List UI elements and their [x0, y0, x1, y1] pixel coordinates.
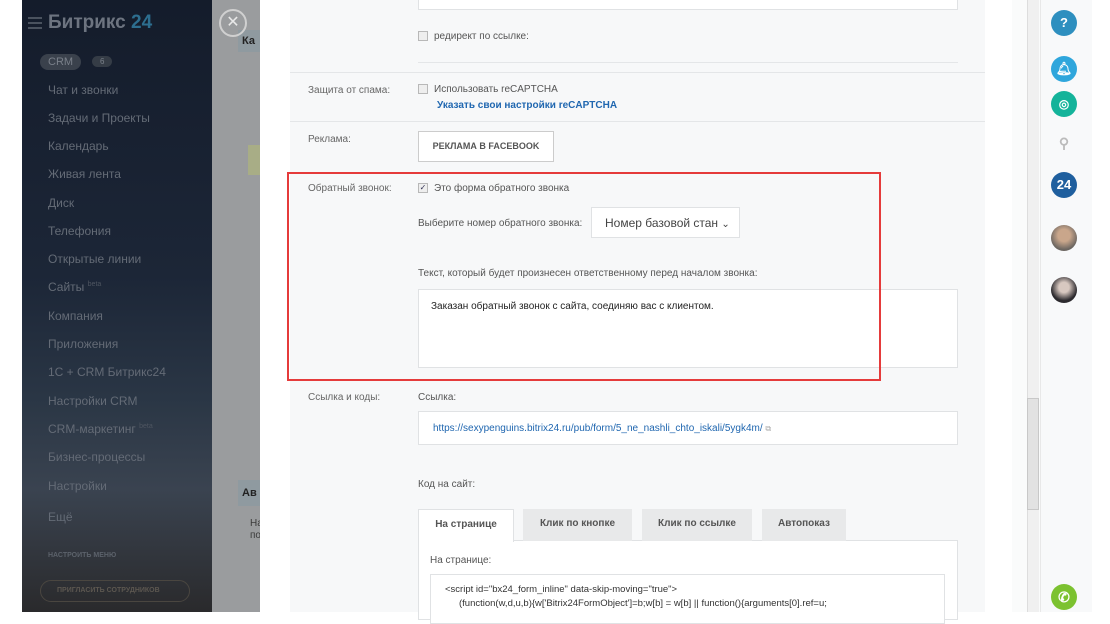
avatar[interactable] — [1051, 225, 1077, 251]
sidebar-item-tasks[interactable]: Задачи и Проекты — [48, 111, 150, 125]
background-block: Ав — [238, 480, 260, 506]
help-icon[interactable]: ? — [1051, 10, 1077, 36]
recaptcha-checkbox[interactable]: Использовать reCAPTCHA — [418, 84, 558, 95]
logo[interactable]: Битрикс 24 — [48, 12, 152, 34]
link-label: Ссылка: — [418, 392, 457, 403]
code-line: <script id="bx24_form_inline" data-skip-… — [445, 584, 678, 595]
form-link[interactable]: https://sexypenguins.bitrix24.ru/pub/for… — [433, 423, 763, 434]
sidebar-item-disk[interactable]: Диск — [48, 196, 74, 210]
phone-icon[interactable]: ✆ — [1051, 584, 1077, 610]
close-slider-button[interactable]: ✕ — [219, 9, 247, 37]
sidebar-item-feed[interactable]: Живая лента — [48, 167, 121, 181]
tab-content-label: На странице: — [430, 555, 492, 566]
code-textarea[interactable]: <script id="bx24_form_inline" data-skip-… — [430, 574, 945, 624]
b24-icon[interactable]: 24 — [1051, 172, 1077, 198]
background-text: На по — [250, 518, 260, 541]
redirect-checkbox[interactable]: редирект по ссылке: — [418, 31, 529, 42]
avatar[interactable] — [1051, 277, 1077, 303]
label: CRM-маркетинг — [48, 422, 136, 436]
sidebar-item-calendar[interactable]: Календарь — [48, 139, 109, 153]
search-icon[interactable]: ⚲ — [1051, 130, 1077, 156]
sidebar-item-sites[interactable]: Сайты beta — [48, 280, 101, 294]
sidebar-item-bp[interactable]: Бизнес-процессы — [48, 450, 145, 464]
label: Сайты — [48, 280, 85, 294]
background-block — [248, 145, 260, 175]
beta-badge: beta — [87, 281, 102, 288]
logo-number: 24 — [131, 12, 153, 33]
divider — [290, 72, 985, 73]
recaptcha-settings-link[interactable]: Указать свои настройки reCAPTCHA — [437, 100, 617, 111]
scrollbar-thumb[interactable] — [1027, 398, 1039, 510]
sidebar-item-company[interactable]: Компания — [48, 309, 103, 323]
chat-icon[interactable]: ◎ — [1051, 91, 1077, 117]
links-label: Ссылка и коды: — [308, 392, 381, 403]
tab-link-click[interactable]: Клик по ссылке — [642, 509, 752, 541]
sidebar-item-crm-settings[interactable]: Настройки CRM — [48, 394, 138, 408]
sidebar-item-chat[interactable]: Чат и звонки — [48, 83, 118, 97]
sidebar-item-crm-marketing[interactable]: CRM-маркетинг beta — [48, 422, 153, 436]
text-field[interactable] — [418, 0, 958, 10]
ads-label: Реклама: — [308, 134, 351, 145]
sidebar-item-more[interactable]: Ещё — [48, 510, 73, 524]
checkbox[interactable] — [418, 84, 428, 95]
configure-menu-link[interactable]: НАСТРОИТЬ МЕНЮ — [48, 552, 116, 559]
sidebar-item-1c[interactable]: 1С + CRM Битрикс24 — [48, 365, 166, 379]
sidebar-item-telephony[interactable]: Телефония — [48, 224, 111, 238]
label: Использовать reCAPTCHA — [434, 84, 558, 95]
code-label: Код на сайт: — [418, 479, 476, 490]
beta-badge: beta — [139, 423, 153, 430]
crm-count-badge: 6 — [92, 56, 113, 67]
logo-text: Битрикс — [48, 12, 126, 33]
sidebar-item-settings[interactable]: Настройки — [48, 479, 107, 493]
scrollbar[interactable] — [1027, 0, 1039, 612]
sidebar-item-open-lines[interactable]: Открытые линии — [48, 252, 141, 266]
highlight-box — [287, 172, 881, 381]
tab-autoshow[interactable]: Автопоказ — [762, 509, 846, 541]
invite-button[interactable]: ПРИГЛАСИТЬ СОТРУДНИКОВ — [40, 580, 190, 602]
divider — [418, 62, 958, 63]
link-field[interactable]: https://sexypenguins.bitrix24.ru/pub/for… — [418, 411, 958, 445]
spam-label: Защита от спама: — [308, 85, 391, 96]
tab-button-click[interactable]: Клик по кнопке — [523, 509, 632, 541]
bell-icon[interactable]: 🔔︎ — [1051, 56, 1077, 82]
tab-on-page[interactable]: На странице — [418, 509, 514, 542]
sidebar-item-crm[interactable]: CRM — [40, 54, 82, 70]
facebook-ads-button[interactable]: РЕКЛАМА В FACEBOOK — [418, 131, 554, 162]
divider — [290, 121, 985, 122]
copy-icon[interactable]: ⧉ — [765, 424, 771, 433]
page-overlay[interactable]: Ка Ав На по — [212, 0, 260, 612]
code-line: (function(w,d,u,b){w['Bitrix24FormObject… — [459, 598, 827, 609]
left-sidebar: Битрикс 24 CRM 6 Чат и звонки Задачи и П… — [22, 0, 212, 612]
label: редирект по ссылке: — [434, 31, 529, 42]
menu-icon[interactable] — [28, 17, 42, 29]
checkbox[interactable] — [418, 31, 428, 42]
sidebar-item-apps[interactable]: Приложения — [48, 337, 118, 351]
